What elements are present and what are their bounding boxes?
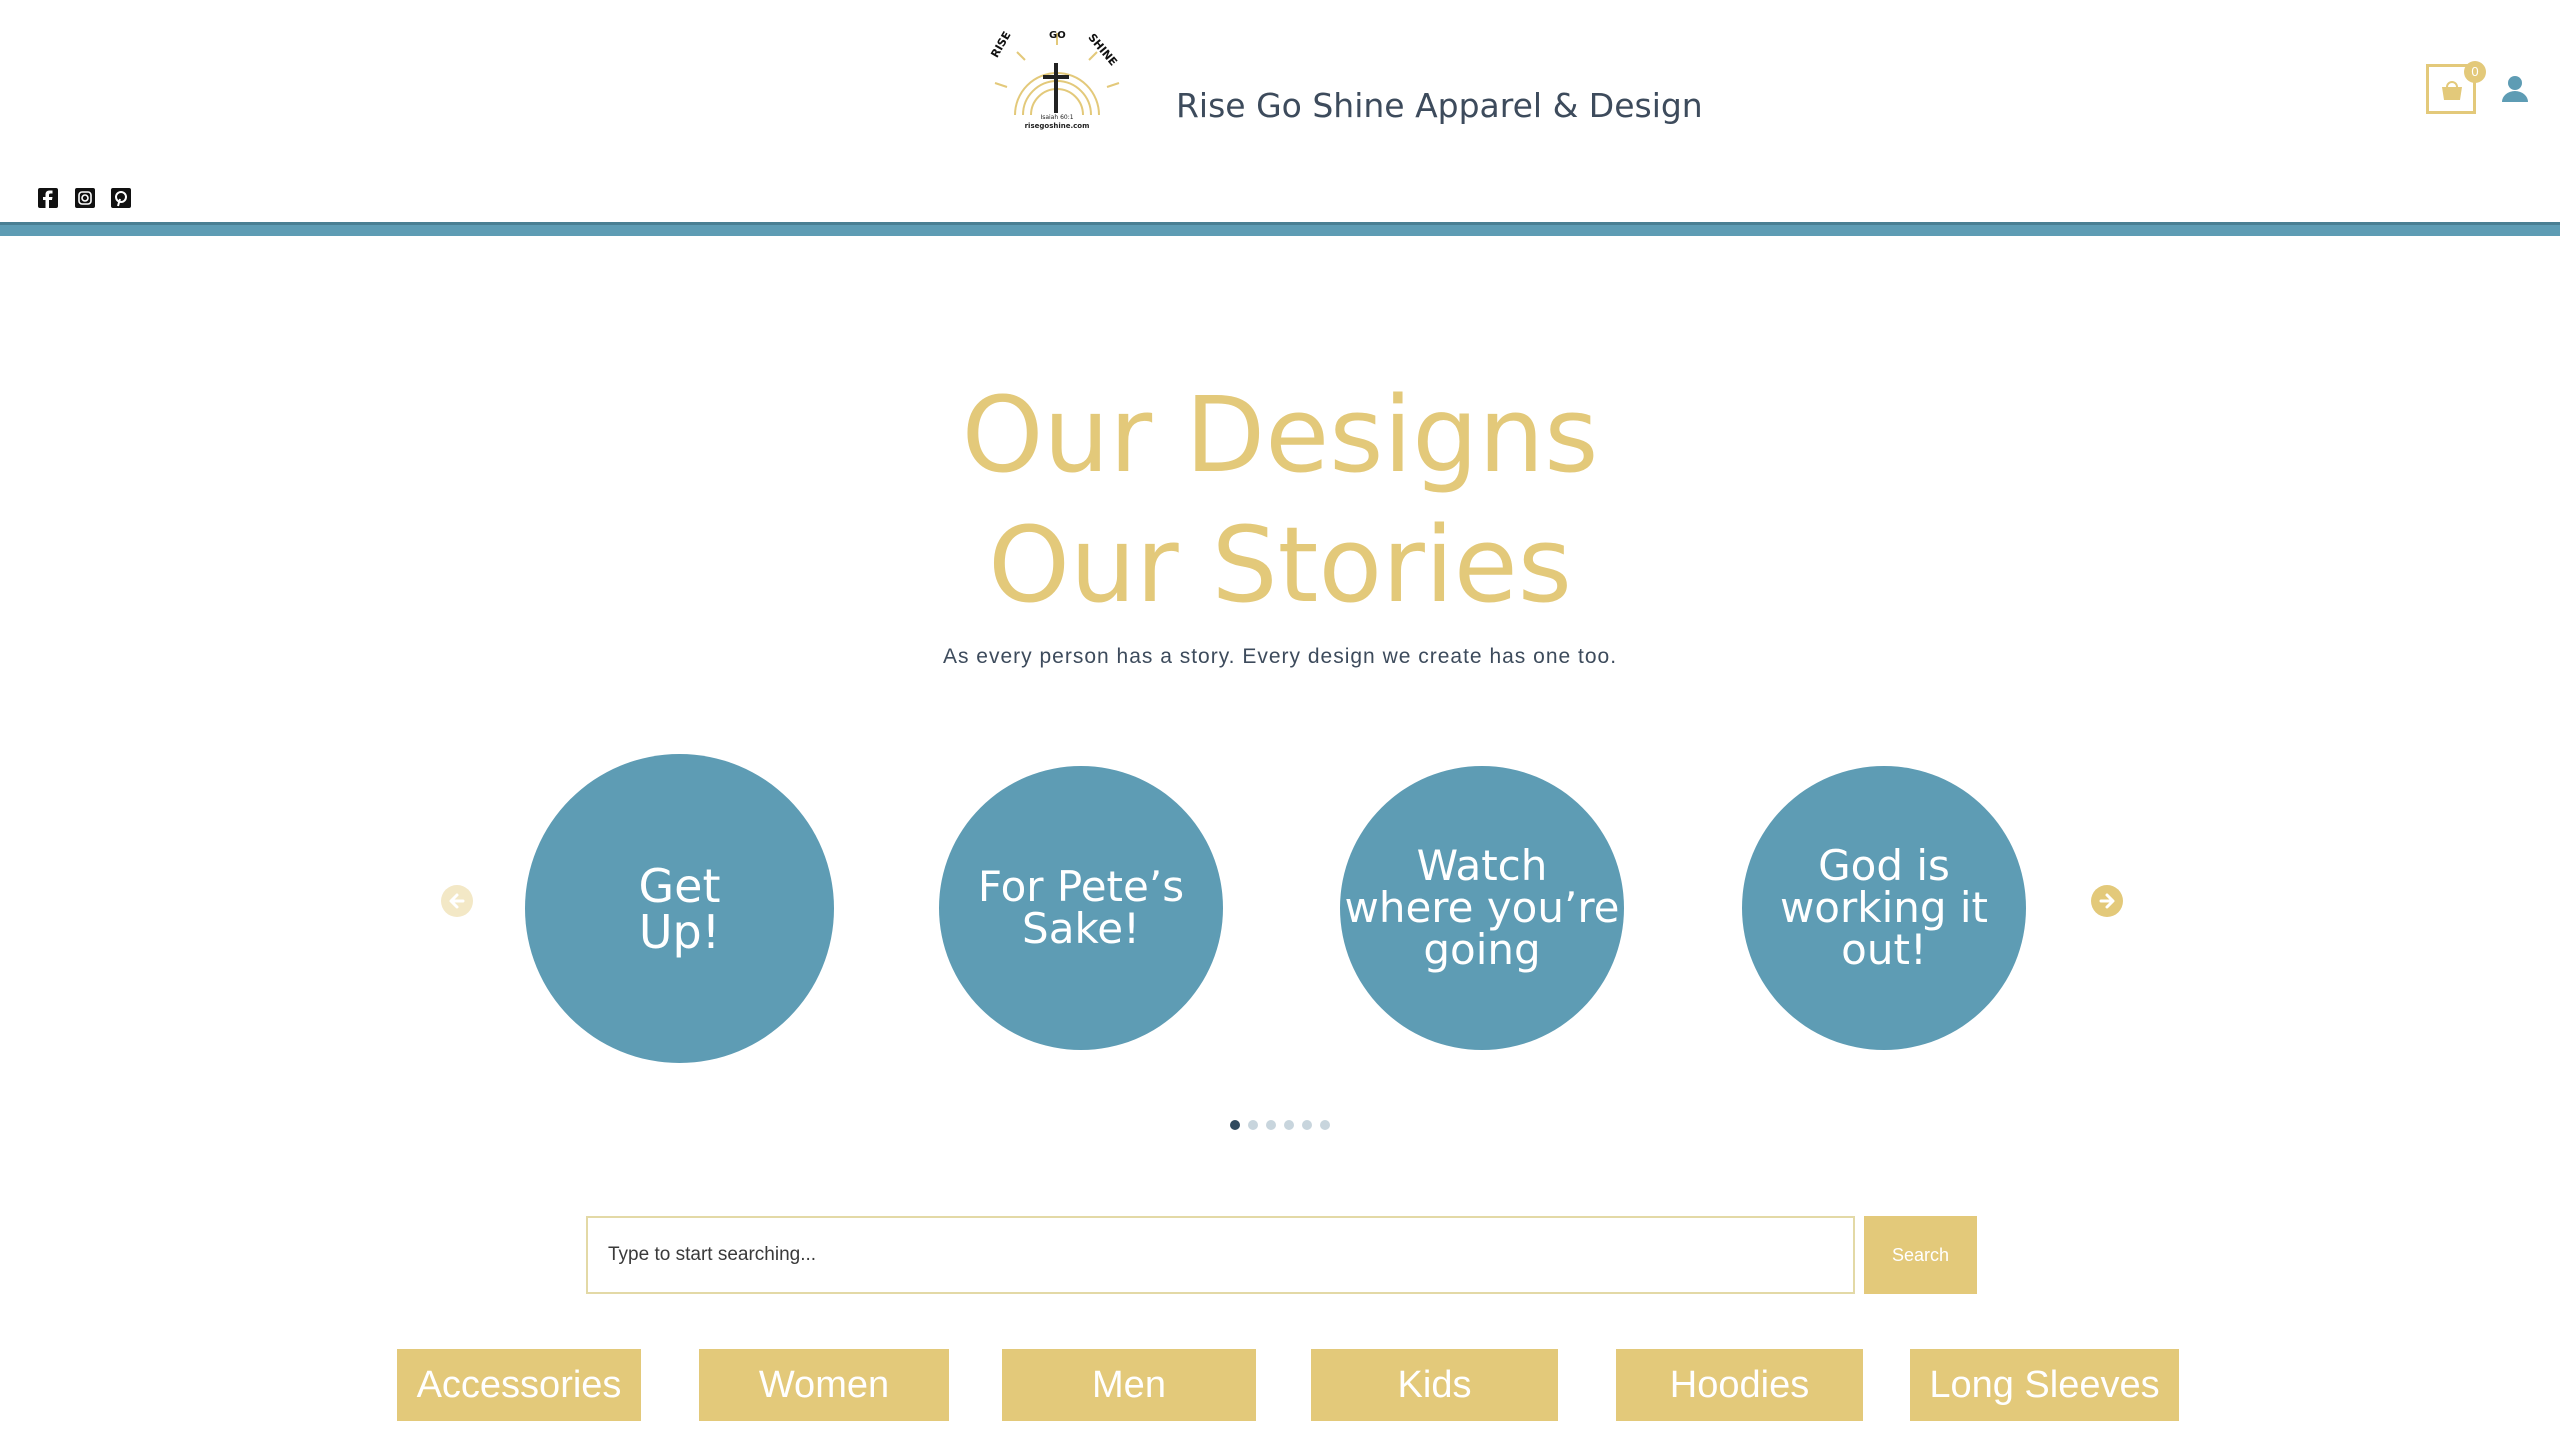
slide-text: For Pete’s [977, 862, 1185, 911]
carousel-prev-button[interactable] [441, 885, 473, 917]
carousel-dot[interactable] [1320, 1120, 1330, 1130]
site-title[interactable]: Rise Go Shine Apparel & Design [1176, 86, 1703, 125]
carousel-next-button[interactable] [2091, 885, 2123, 917]
carousel-slide-get-up[interactable]: Get Up! [525, 754, 834, 1063]
carousel-dot[interactable] [1248, 1120, 1258, 1130]
slide-text: God is [1818, 841, 1950, 890]
facebook-icon[interactable] [37, 187, 59, 209]
search-input[interactable] [586, 1216, 1855, 1294]
cart-button[interactable]: 0 [2426, 61, 2486, 114]
category-accessories-button[interactable]: Accessories [397, 1349, 641, 1421]
carousel-dot[interactable] [1266, 1120, 1276, 1130]
search-button[interactable]: Search [1864, 1216, 1977, 1294]
logo-graphic: RISE GO SHINE Isaiah 60:1 risegoshine.co… [988, 29, 1119, 130]
slide-text: where you’re [1344, 883, 1620, 932]
carousel-dot[interactable] [1284, 1120, 1294, 1130]
svg-text:RISE: RISE [988, 29, 1013, 60]
slide-text: Up! [638, 904, 721, 959]
slide-text: Get [638, 858, 721, 913]
category-long-sleeves-button[interactable]: Long Sleeves [1910, 1349, 2179, 1421]
carousel-pagination [1230, 1120, 1330, 1130]
hero-title-line1: Our Designs [961, 374, 1599, 496]
carousel-dot[interactable] [1302, 1120, 1312, 1130]
carousel-slide-watch-where[interactable]: Watch where you’re going [1340, 766, 1624, 1050]
carousel-dot[interactable] [1230, 1120, 1240, 1130]
user-account-icon[interactable] [2500, 74, 2530, 104]
header-divider-bar [0, 222, 2560, 236]
hero-title-line2: Our Stories [988, 504, 1572, 626]
pinterest-icon[interactable] [110, 187, 132, 209]
arrow-right-icon [2099, 893, 2115, 909]
arrow-left-icon [449, 893, 465, 909]
site-logo[interactable]: RISE GO SHINE Isaiah 60:1 risegoshine.co… [985, 25, 1130, 140]
instagram-icon[interactable] [74, 187, 96, 209]
category-men-button[interactable]: Men [1002, 1349, 1256, 1421]
slide-text: Watch [1416, 841, 1548, 890]
carousel-slide-god-is-working[interactable]: God is working it out! [1742, 766, 2026, 1050]
carousel-slide-for-petes-sake[interactable]: For Pete’s Sake! [939, 766, 1223, 1050]
svg-text:GO: GO [1049, 30, 1066, 41]
category-hoodies-button[interactable]: Hoodies [1616, 1349, 1863, 1421]
svg-text:risegoshine.com: risegoshine.com [1025, 122, 1090, 130]
slide-text: Sake! [1022, 904, 1140, 953]
svg-text:Isaiah 60:1: Isaiah 60:1 [1040, 114, 1073, 121]
cart-icon [2442, 81, 2462, 100]
slide-text: working it [1779, 883, 1989, 932]
site-header: RISE GO SHINE Isaiah 60:1 risegoshine.co… [0, 0, 2560, 222]
category-women-button[interactable]: Women [699, 1349, 949, 1421]
hero-subtitle: As every person has a story. Every desig… [942, 645, 1618, 668]
category-kids-button[interactable]: Kids [1311, 1349, 1558, 1421]
svg-text:SHINE: SHINE [1085, 31, 1119, 68]
cart-count-badge: 0 [2464, 61, 2486, 83]
slide-text: out! [1841, 925, 1927, 974]
slide-text: going [1423, 925, 1541, 974]
